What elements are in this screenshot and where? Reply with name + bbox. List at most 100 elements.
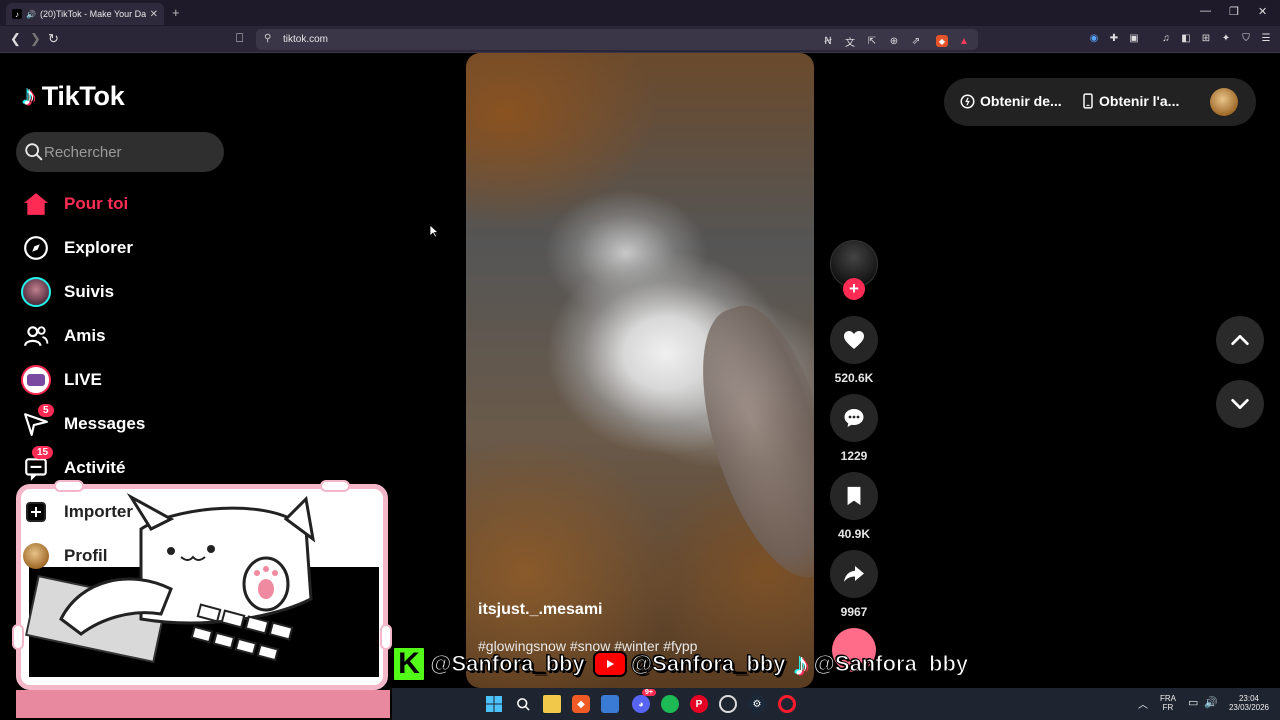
sidebar-item-messages[interactable]: 5 Messages xyxy=(18,404,238,444)
clock-time: 23:04 xyxy=(1238,694,1260,703)
video-author[interactable]: itsjust._.mesami xyxy=(478,601,603,619)
sidebar-item-upload[interactable]: Importer xyxy=(18,492,238,532)
sidebar-item-friends[interactable]: Amis xyxy=(18,316,238,356)
opera-icon[interactable] xyxy=(778,695,796,713)
translate-icon[interactable]: 文 xyxy=(844,35,856,49)
previous-video-button[interactable] xyxy=(1216,316,1264,364)
get-coins-button[interactable]: Obtenir de... xyxy=(960,93,1062,109)
bookmark-icon xyxy=(847,486,861,506)
crypto-wallet-icon[interactable]: ⊞ xyxy=(1200,32,1212,44)
sidebar-item-label: Amis xyxy=(64,326,106,345)
profile-avatar xyxy=(18,538,54,574)
pinterest-icon[interactable]: P xyxy=(690,695,708,713)
live-icon xyxy=(18,362,54,398)
speech-icon[interactable]: ◉ xyxy=(1088,32,1100,44)
next-video-button[interactable] xyxy=(1216,380,1264,428)
reload-icon[interactable]: ↻ xyxy=(48,31,59,47)
activity-icon: 15 xyxy=(18,446,54,486)
sidebar-item-for-you[interactable]: Pour toi xyxy=(18,184,238,224)
search-box[interactable] xyxy=(16,132,224,172)
site-settings-icon[interactable]: ⚲ xyxy=(264,33,271,44)
sidebar-icon[interactable]: ◧ xyxy=(1180,32,1192,44)
tiktok-logo-icon: ♪ xyxy=(793,645,810,682)
leo-ai-icon[interactable]: ✦ xyxy=(1220,32,1232,44)
home-icon xyxy=(18,186,54,222)
search-icon[interactable] xyxy=(23,141,45,163)
network-icon[interactable]: ▭ xyxy=(1188,696,1198,709)
phone-icon xyxy=(1083,93,1093,109)
wallet-icon[interactable]: ▣ xyxy=(1128,32,1140,44)
vpn-icon[interactable]: ⛉ xyxy=(1240,32,1252,44)
overlay-nub xyxy=(54,480,84,492)
search-input[interactable] xyxy=(44,132,214,172)
bookmark-icon[interactable]: ⎕ xyxy=(236,31,243,46)
sidebar-item-activity[interactable]: 15 Activité xyxy=(18,446,238,488)
upload-icon xyxy=(18,494,54,530)
tray-chevron-icon[interactable]: ︿ xyxy=(1138,696,1148,711)
tab-close-icon[interactable]: ✕ xyxy=(150,9,158,20)
clock-date: 23/03/2026 xyxy=(1228,703,1270,712)
comment-count: 1229 xyxy=(840,449,868,463)
brave-shields-icon[interactable]: ◆ xyxy=(936,35,948,47)
store-icon[interactable] xyxy=(601,695,619,713)
sidebar-item-profile[interactable]: Profil xyxy=(18,536,238,576)
youtube-logo-icon xyxy=(592,651,627,677)
music-icon[interactable]: ♫ xyxy=(1160,32,1172,44)
language-top: FRA xyxy=(1160,694,1176,703)
sidebar-item-label: Suivis xyxy=(64,282,115,301)
url-field[interactable]: ⚲ tiktok.com Ꞥ 文 ⇱ ⊕ ⇗ ◆ ▲ xyxy=(256,29,978,50)
mouse-cursor-icon xyxy=(429,224,439,238)
like-button[interactable] xyxy=(830,316,878,364)
menu-icon[interactable]: ☰ xyxy=(1260,32,1272,44)
minimize-icon[interactable]: — xyxy=(1200,5,1211,17)
steam-icon[interactable]: ⚙ xyxy=(748,695,766,713)
zoom-icon[interactable]: ⊕ xyxy=(888,35,900,47)
activity-badge: 15 xyxy=(32,446,54,459)
brave-rewards-icon[interactable]: ▲ xyxy=(958,35,970,47)
brave-browser-icon[interactable]: ◆ xyxy=(572,695,590,713)
restore-icon[interactable]: ❐ xyxy=(1229,5,1239,18)
get-app-button[interactable]: Obtenir l'a... xyxy=(1082,93,1179,109)
overlay-nub xyxy=(320,480,350,492)
language-bottom: FR xyxy=(1162,703,1174,712)
discord-badge: 9+ xyxy=(642,689,656,696)
obs-icon[interactable] xyxy=(719,695,737,713)
taskbar-search-icon[interactable] xyxy=(514,695,532,713)
video-player[interactable] xyxy=(466,53,814,688)
sidebar-item-live[interactable]: LIVE xyxy=(18,360,238,400)
new-tab-button[interactable]: + xyxy=(172,5,180,20)
user-avatar[interactable] xyxy=(1210,88,1238,116)
sidebar-item-explore[interactable]: Explorer xyxy=(18,228,238,268)
sidebar-item-label: Pour toi xyxy=(64,194,129,213)
tiktok-favicon-icon: ♪ xyxy=(12,9,22,19)
forward-icon[interactable]: ❯ xyxy=(30,31,41,47)
stream-handles-overlay: K @Sanfora_bby @Sanfora_bby ♪ @Sanfora_b… xyxy=(392,644,972,684)
open-external-icon[interactable]: ⇱ xyxy=(866,35,878,47)
sidebar-item-label: Messages xyxy=(64,414,146,433)
save-button[interactable] xyxy=(830,472,878,520)
file-explorer-icon[interactable] xyxy=(543,695,561,713)
spotify-icon[interactable] xyxy=(661,695,679,713)
window-close-icon[interactable]: ✕ xyxy=(1258,5,1267,18)
address-bar: ❮ ❯ ↻ ⎕ ⚲ tiktok.com Ꞥ 文 ⇱ ⊕ ⇗ ◆ ▲ ◉ ✚ ▣… xyxy=(0,26,1280,53)
sidebar-item-following[interactable]: Suivis xyxy=(18,272,238,312)
discord-icon[interactable]: ◕ 9+ xyxy=(632,689,656,713)
language-indicator[interactable]: FRA FR xyxy=(1160,694,1176,712)
share-icon[interactable]: ⇗ xyxy=(910,35,922,47)
no-tracking-icon[interactable]: Ꞥ xyxy=(822,35,834,47)
share-button[interactable] xyxy=(830,550,878,598)
tiktok-note-icon: ♪ xyxy=(22,80,36,111)
back-icon[interactable]: ❮ xyxy=(10,31,21,47)
tiktok-logo[interactable]: ♪ TikTok xyxy=(22,80,125,112)
start-icon[interactable] xyxy=(485,695,503,713)
send-icon: 5 xyxy=(18,404,54,442)
comment-button[interactable] xyxy=(830,394,878,442)
follow-plus-icon[interactable]: + xyxy=(843,278,865,300)
speaker-icon: 🔊 xyxy=(26,9,36,19)
extensions-icon[interactable]: ✚ xyxy=(1108,32,1120,44)
kick-logo-icon: K xyxy=(392,646,426,682)
get-app-label: Obtenir l'a... xyxy=(1099,93,1180,109)
volume-icon[interactable]: 🔊 xyxy=(1204,696,1218,709)
clock[interactable]: 23:04 23/03/2026 xyxy=(1224,694,1274,712)
browser-tab[interactable]: ♪ 🔊 (20)TikTok - Make Your Day ✕ xyxy=(6,3,164,25)
